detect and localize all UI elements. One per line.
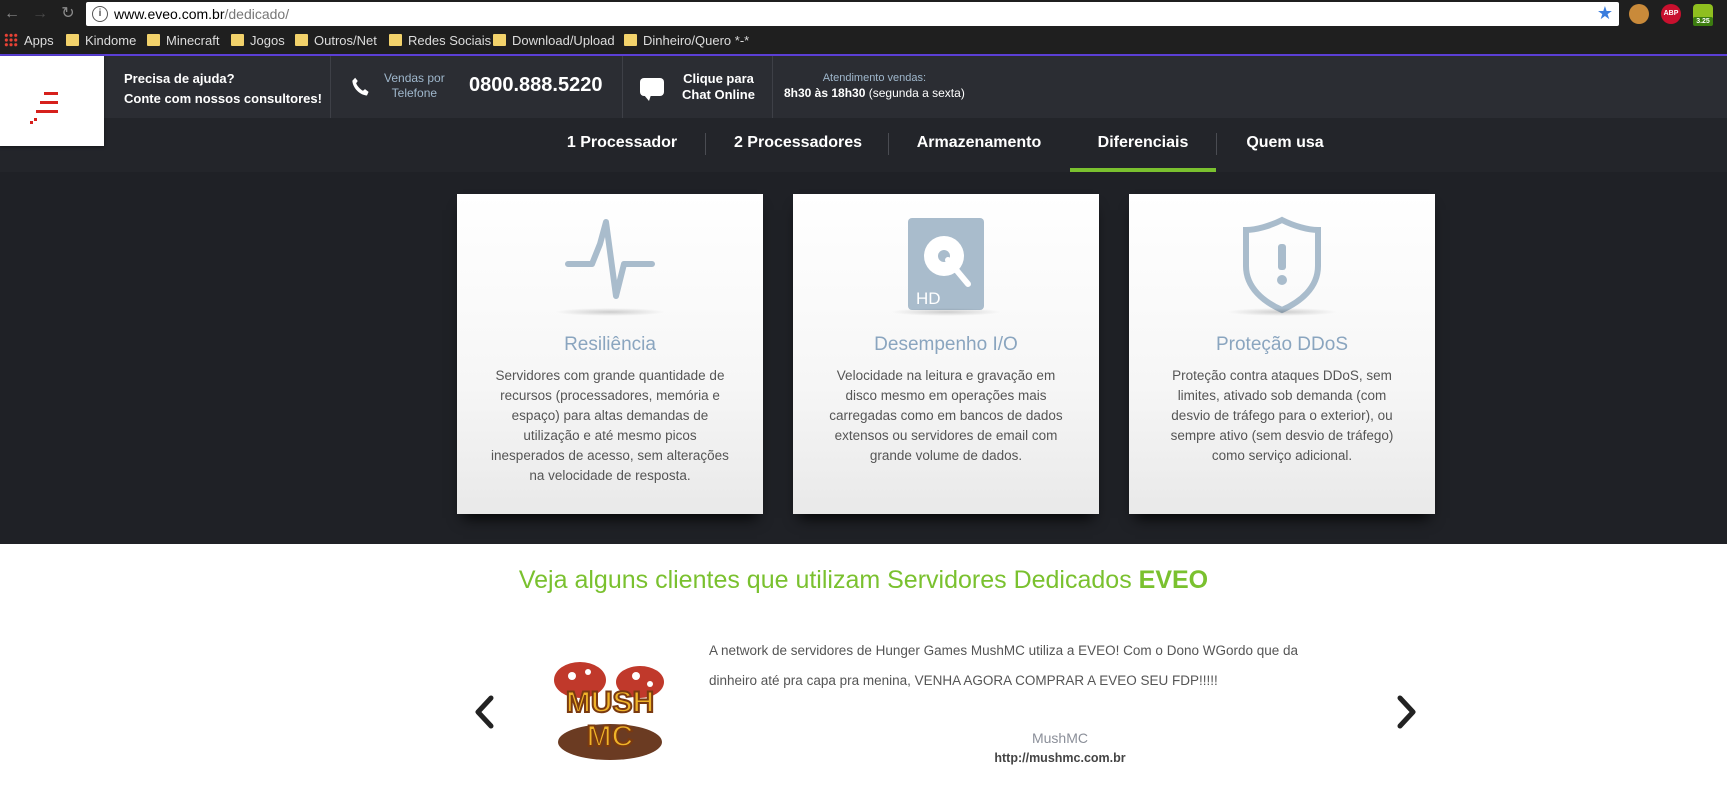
bookmark-minecraft[interactable]: Minecraft (147, 33, 219, 48)
sales-phone-number[interactable]: 0800.888.5220 (469, 74, 602, 97)
feature-title: Resiliência (564, 334, 656, 355)
browser-chrome: ← → ↻ i www.eveo.com.br/dedicado/ ★ ABP … (0, 0, 1727, 56)
help-text: Precisa de ajuda? Conte com nossos consu… (124, 69, 322, 109)
logo-text-mush: MUSH (566, 686, 654, 719)
icon-shadow (1227, 308, 1337, 316)
nav-tab-1-processador[interactable]: 1 Processador (556, 118, 688, 172)
chat-online-link[interactable]: Clique para Chat Online (682, 71, 755, 103)
folder-icon (66, 34, 79, 46)
feature-card-desempenho: HD Desempenho I/O Velocidade na leitura … (793, 194, 1099, 514)
header-divider (772, 56, 773, 118)
logo-dot-1 (34, 118, 37, 121)
feature-card-resiliencia: Resiliência Servidores com grande quanti… (457, 194, 763, 514)
bookmark-star-icon[interactable]: ★ (1597, 3, 1613, 24)
phone-sales-label: Vendas por Telefone (384, 71, 445, 101)
folder-icon (295, 34, 308, 46)
chat-bubble-icon[interactable] (640, 78, 664, 101)
abp-icon[interactable]: ABP (1661, 4, 1681, 24)
logo-text-mc: MC (587, 720, 634, 753)
site-info-icon[interactable]: i (92, 6, 108, 22)
phone-sales-line-2: Telefone (391, 86, 438, 100)
hard-disk-icon: HD (908, 218, 984, 310)
sales-hours-label: Atendimento vendas: (822, 72, 927, 84)
bookmark-jogos[interactable]: Jogos (231, 33, 285, 48)
feature-title: Desempenho I/O (874, 334, 1018, 355)
apps-grid-icon (4, 33, 18, 47)
nav-separator (888, 133, 889, 155)
nav-tab-diferenciais[interactable]: Diferenciais (1070, 118, 1216, 172)
shield-alert-icon (1243, 216, 1321, 314)
clients-heading: Veja alguns clientes que utilizam Servid… (0, 566, 1727, 595)
help-line-2: Conte com nossos consultores! (124, 91, 322, 106)
bookmark-apps[interactable]: Apps (4, 33, 54, 48)
help-line-1: Precisa de ajuda? (124, 71, 235, 86)
feature-title: Proteção DDoS (1215, 334, 1348, 355)
client-name: MushMC (1031, 730, 1088, 746)
icon-shadow (891, 308, 1001, 316)
feature-description: Velocidade na leitura e gravação em disc… (829, 368, 1063, 463)
pulse-icon (565, 219, 655, 299)
carousel-prev-arrow-icon[interactable] (473, 692, 495, 732)
nav-tab-quem-usa[interactable]: Quem usa (1234, 118, 1336, 172)
chat-line-1: Clique para (683, 71, 754, 86)
bookmark-download-upload[interactable]: Download/Upload (493, 33, 615, 48)
android-icon[interactable]: 3.25 (1693, 4, 1713, 26)
nav-tab-2-processadores[interactable]: 2 Processadores (725, 118, 871, 172)
sales-hours-time: 8h30 às 18h30 (784, 86, 866, 100)
logo-bar-1 (44, 92, 58, 95)
icon-shadow (555, 308, 665, 316)
phone-icon (352, 77, 369, 96)
mushmc-logo: MUSH MC (554, 662, 664, 760)
header-divider (622, 56, 623, 118)
bookmark-kindome[interactable]: Kindome (66, 33, 136, 48)
folder-icon (389, 34, 402, 46)
nav-separator (1216, 133, 1217, 155)
chat-line-2: Chat Online (682, 87, 755, 102)
bookmarks-bar: Apps Kindome Minecraft Jogos Outros/Net … (0, 30, 1727, 52)
logo-dot-2 (30, 121, 33, 124)
bookmark-dinheiro-quero[interactable]: Dinheiro/Quero *-* (624, 33, 749, 48)
hd-label: HD (916, 289, 941, 308)
folder-icon (624, 34, 637, 46)
address-bar[interactable]: i www.eveo.com.br/dedicado/ ★ (86, 2, 1619, 26)
clients-heading-text: Veja alguns clientes que utilizam Servid… (518, 566, 1139, 594)
bookmark-outros-net[interactable]: Outros/Net (295, 33, 377, 48)
forward-arrow-icon[interactable]: → (30, 4, 50, 24)
client-testimonial: A network de servidores de Hunger Games … (709, 643, 1299, 688)
feature-description: Proteção contra ataques DDoS, sem limite… (1170, 368, 1394, 463)
eveo-logo[interactable] (0, 56, 104, 146)
clients-heading-brand: EVEO (1138, 566, 1209, 594)
header-divider (330, 56, 331, 118)
logo-bar-3 (36, 110, 58, 113)
nav-separator (705, 133, 706, 155)
address-url[interactable]: www.eveo.com.br/dedicado/ (114, 6, 289, 22)
reload-icon[interactable]: ↻ (58, 4, 78, 24)
folder-icon (493, 34, 506, 46)
logo-bar-2 (40, 101, 58, 104)
folder-icon (231, 34, 244, 46)
sales-hours-days: (segunda a sexta) (868, 86, 965, 100)
feature-card-protecao-ddos: Proteção DDoS Proteção contra ataques DD… (1129, 194, 1435, 514)
client-url-link[interactable]: http://mushmc.com.br (900, 751, 1220, 765)
cookie-icon[interactable] (1629, 4, 1649, 24)
feature-description: Servidores com grande quantidade de recu… (491, 368, 729, 483)
folder-icon (147, 34, 160, 46)
back-arrow-icon[interactable]: ← (2, 4, 22, 24)
phone-sales-line-1: Vendas por (384, 71, 445, 85)
extension-badge: 3.25 (1693, 17, 1713, 26)
nav-tab-armazenamento[interactable]: Armazenamento (906, 118, 1052, 172)
bookmark-redes-sociais[interactable]: Redes Sociais (389, 33, 491, 48)
carousel-next-arrow-icon[interactable] (1396, 692, 1418, 732)
sales-hours: Atendimento vendas: 8h30 às 18h30 (segun… (784, 71, 965, 101)
